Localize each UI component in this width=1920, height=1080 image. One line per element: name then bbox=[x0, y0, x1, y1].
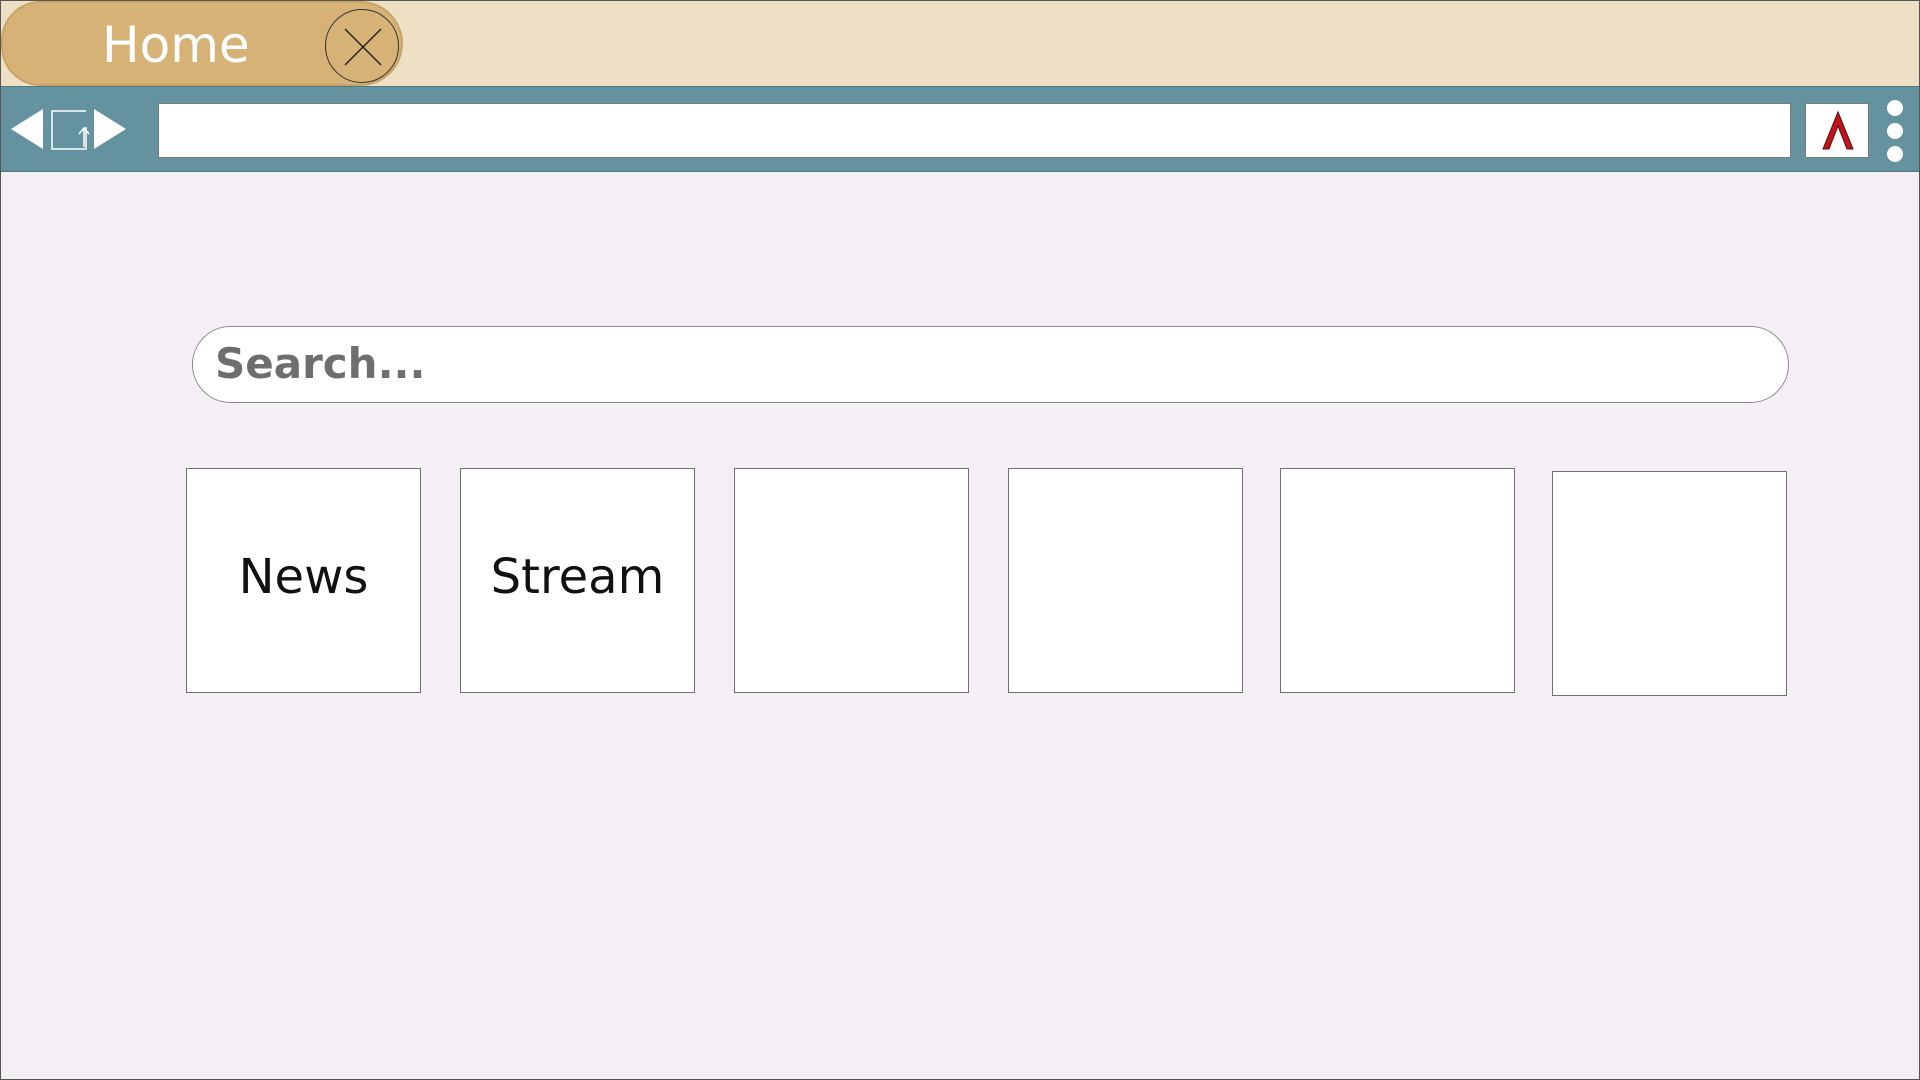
tile-label: News bbox=[238, 549, 369, 605]
tile-empty-3[interactable] bbox=[734, 468, 969, 693]
search-placeholder: Search... bbox=[215, 339, 426, 388]
browser-window: Home Search... News Stream bbox=[0, 0, 1920, 1080]
tile-label: Stream bbox=[490, 549, 665, 605]
address-bar[interactable] bbox=[158, 103, 1791, 158]
tile-empty-5[interactable] bbox=[1280, 468, 1515, 693]
back-arrow-icon[interactable] bbox=[10, 107, 44, 151]
tile-stream[interactable]: Stream bbox=[460, 468, 695, 693]
browser-toolbar bbox=[1, 86, 1919, 172]
close-icon[interactable] bbox=[325, 9, 399, 83]
caret-up-icon[interactable] bbox=[1805, 103, 1869, 158]
forward-arrow-icon[interactable] bbox=[93, 107, 127, 151]
menu-dot bbox=[1887, 123, 1903, 139]
menu-dot bbox=[1887, 146, 1903, 162]
tile-empty-4[interactable] bbox=[1008, 468, 1243, 693]
tab-strip: Home bbox=[1, 1, 1919, 86]
tile-empty-6[interactable] bbox=[1552, 471, 1787, 696]
home-icon[interactable] bbox=[50, 107, 92, 151]
search-input[interactable]: Search... bbox=[192, 326, 1789, 403]
menu-dot bbox=[1887, 100, 1903, 116]
tab-home[interactable]: Home bbox=[1, 1, 403, 86]
vertical-dots-menu-icon[interactable] bbox=[1883, 100, 1907, 162]
tab-title: Home bbox=[102, 16, 250, 74]
tile-news[interactable]: News bbox=[186, 468, 421, 693]
